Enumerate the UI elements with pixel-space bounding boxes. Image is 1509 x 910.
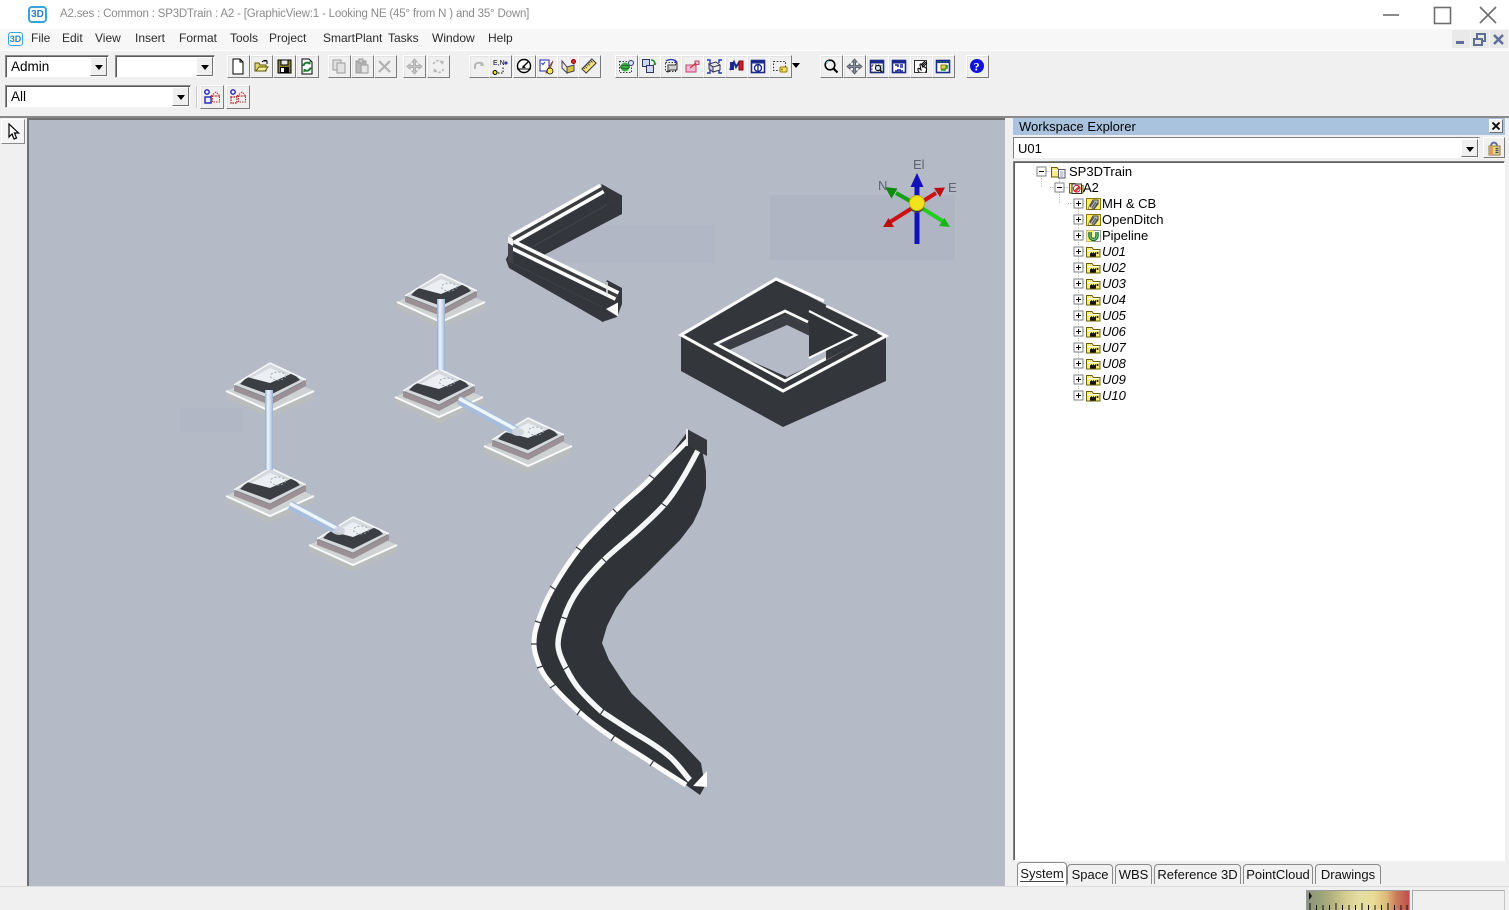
svg-text:El: El <box>913 157 925 172</box>
svg-text:OpenDitch: OpenDitch <box>1102 212 1163 227</box>
svg-text:N: N <box>878 178 887 193</box>
svg-text:E: E <box>948 180 957 195</box>
svg-text:U09: U09 <box>1102 372 1126 387</box>
svg-text:U07: U07 <box>1102 340 1127 355</box>
svg-text:U02: U02 <box>1102 260 1127 275</box>
svg-text:E,N: E,N <box>493 60 505 67</box>
svg-text:U10: U10 <box>1102 388 1127 403</box>
svg-text:MH & CB: MH & CB <box>1102 196 1156 211</box>
svg-text:U01: U01 <box>1102 244 1126 259</box>
svg-text:U08: U08 <box>1102 356 1127 371</box>
svg-text:SP3DTrain: SP3DTrain <box>1069 164 1132 179</box>
svg-text:U06: U06 <box>1102 324 1127 339</box>
svg-text:A2: A2 <box>1083 180 1099 195</box>
svg-text:U05: U05 <box>1102 308 1127 323</box>
svg-text:Pipeline: Pipeline <box>1102 228 1148 243</box>
svg-text:U04: U04 <box>1102 292 1126 307</box>
svg-text:U03: U03 <box>1102 276 1127 291</box>
svg-text:?: ? <box>974 60 980 74</box>
